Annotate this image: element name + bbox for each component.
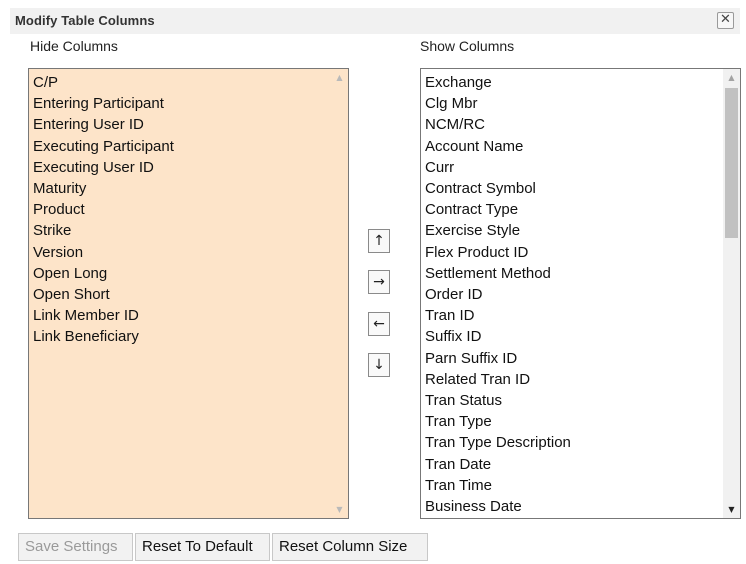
list-item[interactable]: Order ID bbox=[425, 284, 571, 305]
list-item[interactable]: Settlement Method bbox=[425, 263, 571, 284]
show-list-scrollbar[interactable]: ▲ ▼ bbox=[723, 69, 740, 518]
list-item[interactable]: NCM/RC bbox=[425, 114, 571, 135]
list-item[interactable]: Business Date bbox=[425, 496, 571, 517]
list-item[interactable]: Contract Symbol bbox=[425, 178, 571, 199]
list-item[interactable]: Tran Time bbox=[425, 475, 571, 496]
show-columns-list[interactable]: Exchange Clg Mbr NCM/RC Account Name Curr Con… bbox=[420, 68, 741, 519]
list-item[interactable]: Version bbox=[33, 242, 174, 263]
list-item[interactable]: Curr bbox=[425, 157, 571, 178]
list-item[interactable]: Related Tran ID bbox=[425, 369, 571, 390]
save-settings-button[interactable]: Save Settings bbox=[18, 533, 133, 561]
close-icon[interactable]: ✕ bbox=[717, 12, 734, 29]
move-right-button[interactable]: → bbox=[368, 270, 390, 294]
dialog-titlebar: Modify Table Columns ✕ bbox=[10, 8, 740, 34]
list-item[interactable]: Executing Participant bbox=[33, 136, 174, 157]
list-item[interactable]: Product bbox=[33, 199, 174, 220]
list-item[interactable]: Tran Date bbox=[425, 454, 571, 475]
show-columns-items: Exchange Clg Mbr NCM/RC Account Name Curr Con… bbox=[425, 72, 571, 517]
list-item[interactable]: Open Long bbox=[33, 263, 174, 284]
list-item[interactable]: C/P bbox=[33, 72, 174, 93]
scroll-down-arrow-icon[interactable]: ▼ bbox=[723, 501, 740, 518]
list-item[interactable]: Clg Mbr bbox=[425, 93, 571, 114]
list-item[interactable]: Entering User ID bbox=[33, 114, 174, 135]
list-item[interactable]: Account Name bbox=[425, 136, 571, 157]
list-item[interactable]: Link Member ID bbox=[33, 305, 174, 326]
list-item[interactable]: Flex Product ID bbox=[425, 242, 571, 263]
list-item[interactable]: Parn Suffix ID bbox=[425, 348, 571, 369]
hide-columns-items: C/P Entering Participant Entering User ID E… bbox=[33, 72, 174, 348]
list-item[interactable]: Link Beneficiary bbox=[33, 326, 174, 347]
list-item[interactable]: Maturity bbox=[33, 178, 174, 199]
reset-column-size-button[interactable]: Reset Column Size bbox=[272, 533, 428, 561]
show-columns-label: Show Columns bbox=[420, 38, 515, 54]
list-item[interactable]: Contract Type bbox=[425, 199, 571, 220]
hide-columns-label: Hide Columns bbox=[30, 38, 118, 54]
list-item[interactable]: Entering Participant bbox=[33, 93, 174, 114]
modify-columns-dialog: Modify Table Columns ✕ Hide Columns Show… bbox=[0, 0, 746, 564]
list-item[interactable]: Suffix ID bbox=[425, 326, 571, 347]
dialog-title: Modify Table Columns bbox=[15, 13, 155, 28]
move-down-button[interactable]: ↓ bbox=[368, 353, 390, 377]
list-item[interactable]: Tran Status bbox=[425, 390, 571, 411]
list-item[interactable]: Exchange bbox=[425, 72, 571, 93]
move-left-button[interactable]: ← bbox=[368, 312, 390, 336]
list-item[interactable]: Open Short bbox=[33, 284, 174, 305]
scroll-up-arrow-icon[interactable]: ▲ bbox=[723, 69, 740, 86]
list-item[interactable]: Strike bbox=[33, 220, 174, 241]
list-item[interactable]: Tran Type bbox=[425, 411, 571, 432]
scroll-down-arrow-icon[interactable]: ▼ bbox=[331, 501, 348, 518]
hide-columns-list[interactable]: C/P Entering Participant Entering User ID E… bbox=[28, 68, 349, 519]
scrollbar-thumb[interactable] bbox=[725, 88, 738, 238]
scroll-up-arrow-icon[interactable]: ▲ bbox=[331, 69, 348, 86]
move-up-button[interactable]: ↑ bbox=[368, 229, 390, 253]
hide-list-scrollbar[interactable]: ▲ ▼ bbox=[331, 69, 348, 518]
list-item[interactable]: Tran Type Description bbox=[425, 432, 571, 453]
list-item[interactable]: Exercise Style bbox=[425, 220, 571, 241]
reset-to-default-button[interactable]: Reset To Default bbox=[135, 533, 270, 561]
list-item[interactable]: Executing User ID bbox=[33, 157, 174, 178]
list-item[interactable]: Tran ID bbox=[425, 305, 571, 326]
